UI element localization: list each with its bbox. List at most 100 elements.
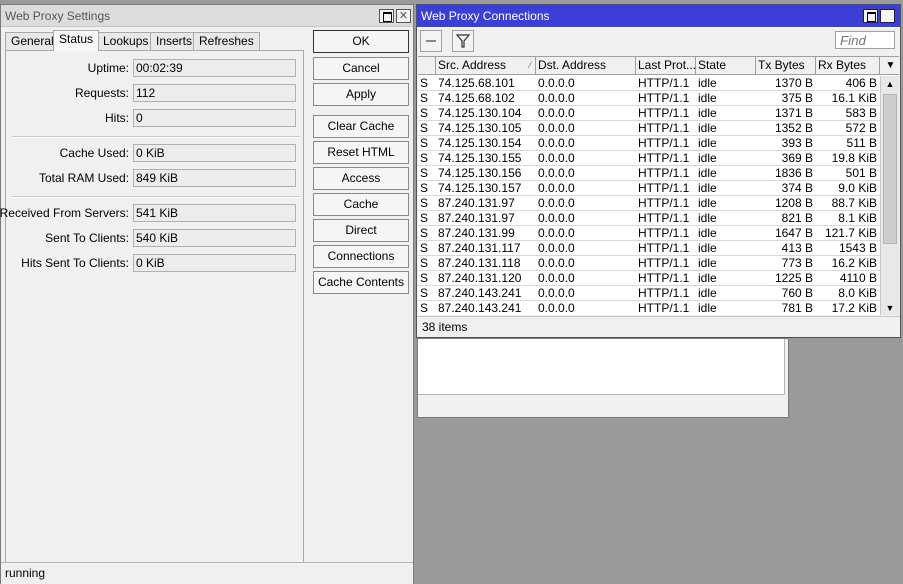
flags-cell: S bbox=[420, 76, 429, 90]
total-ram-value: 849 KiB bbox=[133, 169, 296, 187]
tab-inserts[interactable]: Inserts bbox=[150, 32, 199, 50]
scroll-thumb[interactable] bbox=[883, 94, 897, 244]
find-input[interactable] bbox=[835, 31, 895, 49]
column-header-dst-address[interactable]: Dst. Address bbox=[536, 57, 636, 75]
access-button[interactable]: Access bbox=[313, 167, 409, 190]
field-total-ram: Total RAM Used: 849 KiB bbox=[6, 169, 305, 187]
table-row[interactable]: S 87.240.131.99 0.0.0.0 HTTP/1.1 idle 1647 B 1… bbox=[418, 226, 880, 241]
scroll-down-icon[interactable]: ▼ bbox=[881, 300, 899, 315]
state-cell: idle bbox=[698, 91, 717, 105]
table-row[interactable]: S 74.125.68.101 0.0.0.0 HTTP/1.1 idle 1370 B 4… bbox=[418, 76, 880, 91]
rx-bytes-cell: 9.0 KiB bbox=[838, 181, 877, 195]
state-cell: idle bbox=[698, 106, 717, 120]
maximize-icon[interactable] bbox=[379, 9, 394, 23]
tx-bytes-cell: 773 B bbox=[781, 256, 813, 270]
rx-bytes-cell: 572 B bbox=[845, 121, 877, 135]
src-address-cell: 87.240.131.117 bbox=[438, 241, 521, 255]
ok-button[interactable]: OK bbox=[313, 30, 409, 53]
rx-bytes-cell: 16.2 KiB bbox=[831, 256, 877, 270]
filter-button[interactable] bbox=[452, 30, 474, 52]
connections-table: Src. Address ⁄ Dst. Address Last Prot...… bbox=[418, 56, 899, 315]
src-address-cell: 74.125.68.102 bbox=[438, 91, 515, 105]
src-address-cell: 87.240.131.97 bbox=[438, 196, 515, 210]
reset-html-button[interactable]: Reset HTML bbox=[313, 141, 409, 164]
src-address-cell: 74.125.130.155 bbox=[438, 151, 522, 165]
requests-value: 112 bbox=[133, 84, 296, 102]
apply-button[interactable]: Apply bbox=[313, 83, 409, 106]
table-row[interactable]: S 74.125.130.104 0.0.0.0 HTTP/1.1 idle 1371 B… bbox=[418, 106, 880, 121]
table-row[interactable]: S 74.125.68.102 0.0.0.0 HTTP/1.1 idle 375 B 16… bbox=[418, 91, 880, 106]
received-label: Received From Servers: bbox=[0, 206, 129, 220]
table-row[interactable]: S 87.240.131.117 0.0.0.0 HTTP/1.1 idle 413 B 1… bbox=[418, 241, 880, 256]
state-cell: idle bbox=[698, 301, 717, 315]
rx-bytes-cell: 1543 B bbox=[838, 241, 877, 255]
cache-contents-button[interactable]: Cache Contents bbox=[313, 271, 409, 294]
state-cell: idle bbox=[698, 151, 717, 165]
web-proxy-settings-window: Web Proxy Settings ✕ General Status Look… bbox=[0, 4, 414, 584]
table-row[interactable]: S 74.125.130.156 0.0.0.0 HTTP/1.1 idle 1836 B… bbox=[418, 166, 880, 181]
rx-bytes-cell: 8.1 KiB bbox=[838, 211, 877, 225]
table-row[interactable]: S 87.240.131.120 0.0.0.0 HTTP/1.1 idle 1225 B… bbox=[418, 271, 880, 286]
divider bbox=[12, 136, 300, 138]
column-header-flags[interactable] bbox=[418, 57, 436, 75]
hits-label: Hits: bbox=[105, 111, 129, 125]
protocol-cell: HTTP/1.1 bbox=[638, 271, 690, 285]
flags-cell: S bbox=[420, 166, 429, 180]
tab-refreshes[interactable]: Refreshes bbox=[193, 32, 260, 50]
close-icon[interactable]: ✕ bbox=[880, 9, 895, 23]
settings-titlebar[interactable]: Web Proxy Settings ✕ bbox=[1, 5, 413, 27]
table-row[interactable]: S 87.240.131.97 0.0.0.0 HTTP/1.1 idle 1208 B 8… bbox=[418, 196, 880, 211]
vertical-scrollbar[interactable]: ▲ ▼ bbox=[880, 76, 899, 315]
table-row[interactable]: S 74.125.130.155 0.0.0.0 HTTP/1.1 idle 369 B 1… bbox=[418, 151, 880, 166]
tx-bytes-cell: 821 B bbox=[781, 211, 813, 225]
connections-button[interactable]: Connections bbox=[313, 245, 409, 268]
tx-bytes-cell: 374 B bbox=[781, 181, 813, 195]
columns-menu-icon[interactable]: ▼ bbox=[880, 57, 899, 75]
protocol-cell: HTTP/1.1 bbox=[638, 91, 690, 105]
column-header-last-protocol[interactable]: Last Prot... bbox=[636, 57, 696, 75]
protocol-cell: HTTP/1.1 bbox=[638, 136, 690, 150]
table-row[interactable]: S 87.240.143.241 0.0.0.0 HTTP/1.1 idle 781 B 1… bbox=[418, 301, 880, 315]
protocol-cell: HTTP/1.1 bbox=[638, 196, 690, 210]
table-row[interactable]: S 74.125.130.157 0.0.0.0 HTTP/1.1 idle 374 B 9… bbox=[418, 181, 880, 196]
field-cache-used: Cache Used: 0 KiB bbox=[6, 144, 305, 162]
item-count: 38 items bbox=[417, 316, 900, 336]
table-row[interactable]: S 74.125.130.105 0.0.0.0 HTTP/1.1 idle 1352 B… bbox=[418, 121, 880, 136]
rx-bytes-cell: 19.8 KiB bbox=[831, 151, 877, 165]
cache-used-value: 0 KiB bbox=[133, 144, 296, 162]
flags-cell: S bbox=[420, 136, 429, 150]
direct-button[interactable]: Direct bbox=[313, 219, 409, 242]
table-row[interactable]: S 74.125.130.154 0.0.0.0 HTTP/1.1 idle 393 B 5… bbox=[418, 136, 880, 151]
sent-label: Sent To Clients: bbox=[45, 231, 129, 245]
column-header-state[interactable]: State bbox=[696, 57, 756, 75]
column-header-src-address[interactable]: Src. Address ⁄ bbox=[436, 57, 536, 75]
scroll-up-icon[interactable]: ▲ bbox=[881, 76, 899, 92]
flags-cell: S bbox=[420, 226, 429, 240]
column-header-tx-bytes[interactable]: Tx Bytes bbox=[756, 57, 816, 75]
tab-general[interactable]: General bbox=[5, 32, 60, 50]
cache-button[interactable]: Cache bbox=[313, 193, 409, 216]
close-icon[interactable]: ✕ bbox=[396, 9, 411, 23]
protocol-cell: HTTP/1.1 bbox=[638, 151, 690, 165]
rx-bytes-cell: 8.0 KiB bbox=[838, 286, 877, 300]
cancel-button[interactable]: Cancel bbox=[313, 57, 409, 80]
table-row[interactable]: S 87.240.131.118 0.0.0.0 HTTP/1.1 idle 773 B 1… bbox=[418, 256, 880, 271]
tab-lookups[interactable]: Lookups bbox=[97, 32, 155, 50]
table-row[interactable]: S 87.240.143.241 0.0.0.0 HTTP/1.1 idle 760 B 8… bbox=[418, 286, 880, 301]
connections-titlebar[interactable]: Web Proxy Connections ✕ bbox=[417, 5, 900, 27]
table-row[interactable]: S 87.240.131.97 0.0.0.0 HTTP/1.1 idle 821 B 8.… bbox=[418, 211, 880, 226]
background-window-pane bbox=[418, 339, 785, 395]
src-address-cell: 74.125.68.101 bbox=[438, 76, 515, 90]
flags-cell: S bbox=[420, 106, 429, 120]
column-header-rx-bytes[interactable]: Rx Bytes bbox=[816, 57, 880, 75]
state-cell: idle bbox=[698, 211, 717, 225]
clear-cache-button[interactable]: Clear Cache bbox=[313, 115, 409, 138]
src-address-cell: 87.240.131.118 bbox=[438, 256, 521, 270]
dst-address-cell: 0.0.0.0 bbox=[538, 226, 575, 240]
remove-button[interactable] bbox=[420, 30, 442, 52]
rx-bytes-cell: 406 B bbox=[845, 76, 877, 90]
tab-status[interactable]: Status bbox=[53, 30, 100, 51]
maximize-icon[interactable] bbox=[863, 9, 878, 23]
flags-cell: S bbox=[420, 286, 429, 300]
dst-address-cell: 0.0.0.0 bbox=[538, 271, 575, 285]
